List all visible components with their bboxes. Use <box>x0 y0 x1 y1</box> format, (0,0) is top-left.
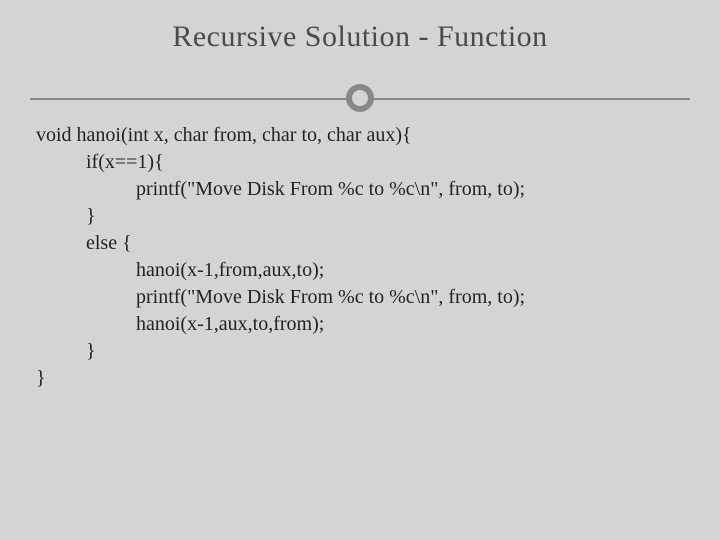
slide-title: Recursive Solution - Function <box>40 20 680 54</box>
title-divider <box>30 80 690 116</box>
title-zone: Recursive Solution - Function <box>40 20 680 54</box>
slide: Recursive Solution - Function void hanoi… <box>0 0 720 540</box>
divider-circle-icon <box>346 84 374 112</box>
code-body: void hanoi(int x, char from, char to, ch… <box>36 122 700 392</box>
